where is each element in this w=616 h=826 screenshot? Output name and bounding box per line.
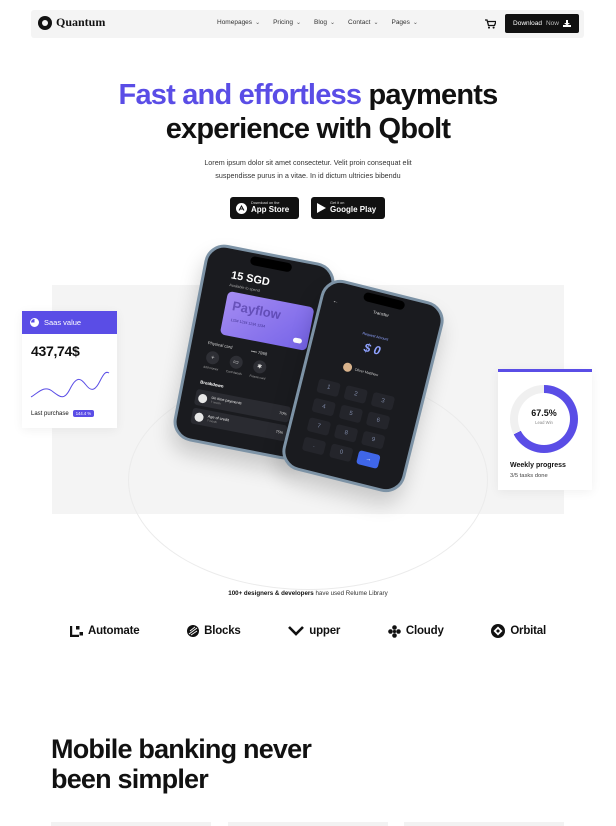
google-play-button[interactable]: Get it on Google Play	[311, 197, 385, 219]
chevron-down-icon: ⌄	[295, 20, 301, 26]
menu-item-homepages[interactable]: Homepages ⌄	[217, 19, 260, 26]
cart-icon[interactable]	[483, 17, 497, 31]
numeric-keypad: 1 2 3 4 5 6 7 8 9 . 0 →	[301, 378, 396, 469]
card-toggle	[292, 337, 303, 344]
clock-icon	[197, 392, 209, 404]
hero-subtitle: Lorem ipsum dolor sit amet consectetur. …	[204, 158, 412, 180]
download-icon	[562, 20, 571, 27]
saas-value: 437,74$	[31, 343, 80, 359]
add-money-action: + Add money	[203, 350, 222, 371]
orbital-icon	[491, 624, 506, 638]
top-navbar: Quantum Homepages ⌄ Pricing ⌄ Blog ⌄ Contac…	[31, 10, 584, 38]
apple-icon	[236, 202, 247, 214]
menu-item-pages[interactable]: Pages ⌄	[391, 19, 417, 26]
saas-value-card: Saas value 437,74$ Last purchase 144.4 %	[22, 311, 117, 428]
recipient: Oliver Matthew	[342, 361, 379, 379]
calendar-icon	[193, 411, 205, 422]
cloudy-icon	[388, 624, 401, 638]
hero-title: Fast and effortless payments experience …	[0, 78, 616, 146]
card-number: 1234 1234 1234 1234	[230, 317, 266, 329]
hero-title-line-2: experience with Qbolt	[165, 113, 451, 145]
physical-card-label: Physical card	[207, 340, 233, 350]
breakdown-title: Breakdown	[199, 379, 225, 389]
keypad-enter-key: →	[356, 450, 381, 469]
section-title: Mobile banking never been simpler	[51, 734, 312, 794]
keypad-key: 8	[333, 423, 359, 443]
blocks-icon	[187, 625, 200, 637]
feature-card-top	[51, 822, 211, 826]
menu-item-contact[interactable]: Contact ⌄	[348, 19, 378, 26]
growth-badge: 144.4 %	[72, 410, 95, 417]
partner-logos: Automate Blocks upper Cloudy Orbital	[70, 624, 546, 638]
progress-subtitle: 3/5 tasks done	[510, 473, 548, 479]
progress-sublabel: Lead Win	[535, 420, 553, 425]
download-button[interactable]: Download Now	[505, 14, 579, 33]
keypad-key: 0	[328, 443, 354, 463]
brand-mark-icon	[38, 15, 52, 30]
avatar	[342, 361, 354, 373]
weekly-progress-card: 67.5% Lead Win Weekly progress 3/5 tasks…	[498, 369, 592, 490]
saas-card-header: Saas value	[22, 311, 117, 334]
physical-card-number: •••• 7868	[250, 348, 268, 357]
snowflake-icon: ✱	[251, 359, 268, 375]
automate-icon	[70, 626, 83, 637]
payment-card: Payflow 1234 1234 1234 1234	[219, 290, 315, 351]
chevron-down-icon: ⌄	[255, 20, 261, 26]
logo-blocks: Blocks	[187, 625, 241, 637]
progress-percent: 67.5%	[531, 408, 557, 418]
progress-ring	[510, 385, 578, 453]
card-icon: ▭	[228, 354, 244, 370]
upper-icon	[288, 626, 305, 636]
keypad-key: 2	[343, 385, 369, 404]
hero-title-rest: payments	[368, 79, 498, 111]
brand-logo[interactable]: Quantum	[38, 15, 105, 30]
menu-item-pricing[interactable]: Pricing ⌄	[273, 19, 301, 26]
keypad-key: 7	[306, 417, 332, 436]
freeze-card-action: ✱ Freeze card	[249, 359, 268, 381]
chevron-down-icon: ⌄	[330, 20, 336, 26]
keypad-key: 6	[365, 411, 391, 431]
main-menu: Homepages ⌄ Pricing ⌄ Blog ⌄ Contact ⌄ Pages…	[217, 19, 418, 26]
google-play-icon	[317, 203, 326, 213]
logo-automate: Automate	[70, 625, 140, 637]
logo-orbital: Orbital	[491, 624, 546, 638]
pie-chart-icon	[30, 318, 39, 327]
brand-name: Quantum	[56, 15, 106, 29]
keypad-key: 1	[316, 378, 341, 398]
keypad-key: 5	[338, 404, 364, 424]
logo-upper: upper	[288, 625, 340, 637]
plus-icon: +	[205, 350, 221, 366]
menu-item-blog[interactable]: Blog ⌄	[314, 19, 335, 26]
social-proof: 100+ designers & developers have used Re…	[228, 590, 388, 597]
feature-card-top	[228, 822, 388, 826]
sparkline	[30, 371, 110, 398]
chevron-down-icon: ⌄	[373, 20, 379, 26]
last-purchase: Last purchase 144.4 %	[31, 410, 95, 417]
hero-title-accent: Fast and effortless	[118, 79, 362, 111]
chevron-down-icon: ⌄	[412, 20, 418, 26]
logo-cloudy: Cloudy	[388, 624, 444, 638]
keypad-key: .	[301, 436, 327, 456]
feature-card-top	[404, 822, 564, 826]
progress-title: Weekly progress	[510, 462, 566, 469]
app-store-button[interactable]: Download on the App Store	[230, 197, 299, 219]
card-details-action: ▭ Card details	[226, 354, 245, 376]
phone-notch	[249, 255, 293, 273]
keypad-key: 9	[360, 430, 386, 450]
keypad-key: 4	[311, 397, 337, 417]
keypad-key: 3	[370, 391, 396, 411]
